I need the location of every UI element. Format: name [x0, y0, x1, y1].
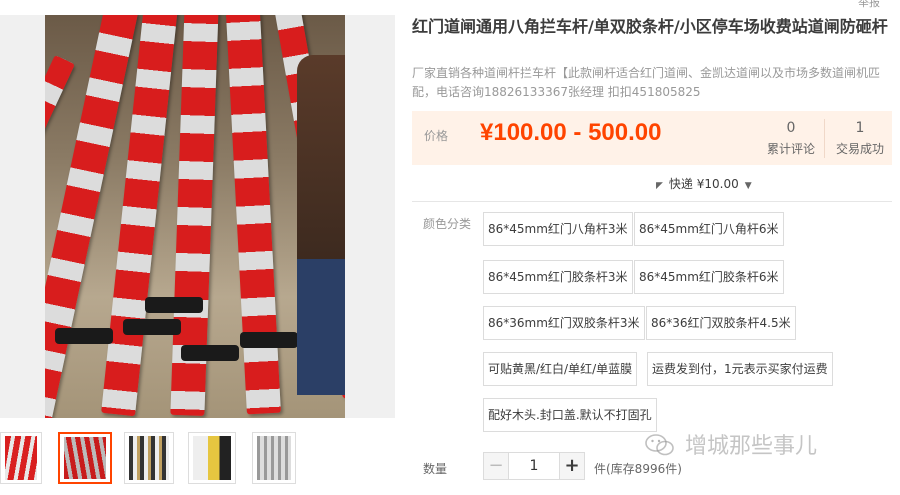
- reviews-stat[interactable]: 0 累计评论: [756, 119, 826, 158]
- deals-stat: 1 交易成功: [824, 119, 895, 158]
- thumbnail-5[interactable]: [252, 432, 296, 484]
- sku-option-4[interactable]: 86*45mm红门胶条杆6米: [634, 260, 784, 294]
- quantity-increase-button[interactable]: +: [559, 452, 585, 480]
- thumbnail-4[interactable]: [188, 432, 236, 484]
- product-info: 举报 红门道闸通用八角拦车杆/单双胶条杆/小区停车场收费站道闸防砸杆 厂家直销各…: [412, 0, 900, 495]
- location-arrow-icon: ◤: [656, 181, 663, 191]
- wechat-icon: [645, 434, 674, 456]
- reviews-label: 累计评论: [766, 142, 815, 156]
- thumbnail-1[interactable]: [0, 432, 42, 484]
- sku-option-3[interactable]: 86*45mm红门胶条杆3米: [483, 260, 633, 294]
- report-link[interactable]: 举报: [858, 0, 880, 10]
- sku-option-9[interactable]: 配好木头.封口盖.默认不打固孔: [483, 398, 657, 432]
- thumbnail-2[interactable]: [58, 432, 112, 484]
- sku-option-7[interactable]: 可贴黄黑/红白/单红/单蓝膜: [483, 352, 638, 386]
- thumbnail-strip: [0, 432, 405, 488]
- stock-info: 件(库存8996件): [594, 462, 682, 476]
- quantity-decrease-button[interactable]: −: [483, 452, 509, 480]
- watermark: 增城那些事儿: [645, 428, 817, 460]
- sku-option-6[interactable]: 86*36红门双胶条杆4.5米: [646, 306, 796, 340]
- product-subtitle: 厂家直销各种道闸杆拦车杆【此款闸杆适合红门道闸、金凯达道闸以及市场多数道闸机匹配…: [412, 66, 881, 99]
- sku-option-1[interactable]: 86*45mm红门八角杆3米: [483, 212, 633, 246]
- price-box: 价格 ¥100.00 - 500.00 0 累计评论 1 交易成功: [412, 111, 892, 165]
- quantity-label: 数量: [423, 462, 448, 476]
- sku-option-8[interactable]: 运费发到付，1元表示买家付运费: [647, 352, 833, 386]
- product-photo: [45, 15, 345, 418]
- sku-option-2[interactable]: 86*45mm红门八角杆6米: [634, 212, 784, 246]
- sku-label: 颜色分类: [423, 217, 472, 231]
- sku-option-5[interactable]: 86*36mm红门双胶条杆3米: [483, 306, 645, 340]
- deals-label: 交易成功: [835, 142, 884, 156]
- price-value: ¥100.00 - 500.00: [480, 119, 662, 146]
- thumbnail-3[interactable]: [124, 432, 174, 484]
- product-gallery: [0, 0, 405, 495]
- shipping-selector[interactable]: ◤ 快递 ¥10.00 ▼: [650, 175, 758, 192]
- watermark-text: 增城那些事儿: [685, 434, 818, 459]
- quantity-input[interactable]: 1: [508, 452, 560, 480]
- reviews-count: 0: [786, 120, 796, 136]
- product-title: 红门道闸通用八角拦车杆/单双胶条杆/小区停车场收费站道闸防砸杆: [412, 17, 888, 36]
- price-label: 价格: [424, 129, 449, 143]
- deals-count: 1: [855, 120, 865, 136]
- main-product-image[interactable]: [0, 15, 395, 418]
- divider: [412, 201, 892, 202]
- chevron-down-icon: ▼: [744, 181, 752, 191]
- shipping-text: 快递 ¥10.00: [668, 177, 739, 191]
